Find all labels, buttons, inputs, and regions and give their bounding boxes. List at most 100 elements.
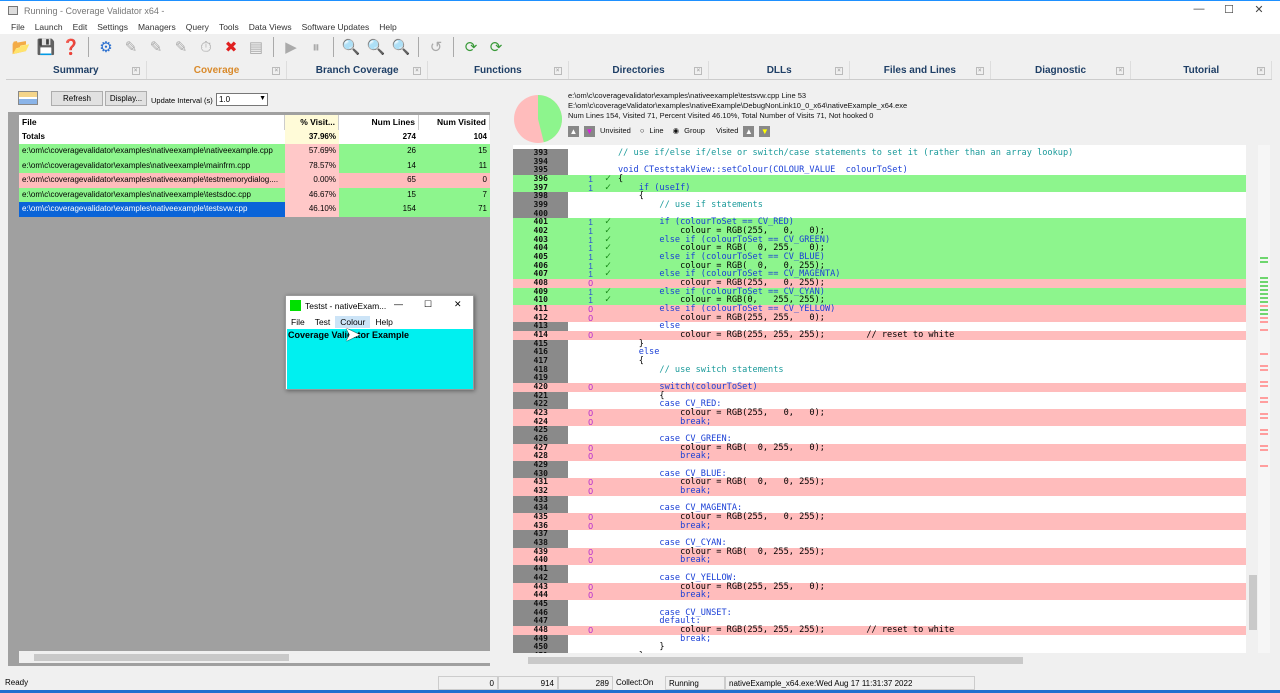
next-unvisited-icon[interactable]: ▼ (584, 125, 595, 137)
menu-settings[interactable]: Settings (92, 20, 133, 34)
stopwatch-icon[interactable]: ⏱ (195, 36, 217, 58)
tab-close-icon[interactable]: × (694, 67, 703, 75)
next-visited-icon[interactable]: ▼ (759, 125, 771, 137)
table-row[interactable]: e:\om\c\coveragevalidator\examples\nativ… (19, 187, 490, 203)
stop-icon[interactable]: ✖ (220, 36, 242, 58)
refresh-button[interactable]: Refresh (51, 91, 103, 106)
menu-software-updates[interactable]: Software Updates (297, 20, 375, 34)
tab-diagnostic[interactable]: Diagnostic × (991, 61, 1132, 79)
maximize-button[interactable]: ☐ (1214, 3, 1244, 19)
play-icon[interactable]: ▶ (280, 36, 302, 58)
vertical-scrollbar[interactable] (1248, 145, 1258, 653)
zoom-icon[interactable]: 🔍 (365, 36, 387, 58)
tab-close-icon[interactable]: × (1257, 67, 1266, 75)
scrollbar-thumb[interactable] (34, 654, 289, 661)
tab-close-icon[interactable]: × (131, 67, 140, 75)
tab-close-icon[interactable]: × (553, 67, 562, 75)
file-cell[interactable]: e:\om\c\coveragevalidator\examples\nativ… (19, 173, 285, 188)
close-button[interactable]: ✕ (1244, 3, 1274, 19)
prev-visited-icon[interactable]: ▲ (743, 125, 755, 137)
popup-minimize-button[interactable]: — (394, 299, 403, 309)
popup-maximize-button[interactable]: ☐ (424, 299, 432, 310)
popup-menu-help[interactable]: Help (370, 316, 397, 328)
launch-icon[interactable]: ✎ (120, 36, 142, 58)
menu-file[interactable]: File (6, 20, 30, 34)
minimize-button[interactable]: — (1184, 3, 1214, 19)
undo-icon[interactable]: ↺ (425, 36, 447, 58)
tab-files-and-lines[interactable]: Files and Lines × (850, 61, 991, 79)
printer-icon[interactable]: ▤ (245, 36, 267, 58)
code-horizontal-scrollbar[interactable] (513, 655, 1246, 666)
column-header[interactable]: Num Lines (339, 115, 419, 130)
settings-gear-icon[interactable]: ⚙ (95, 36, 117, 58)
file-cell[interactable]: e:\om\c\coveragevalidator\examples\nativ… (19, 188, 285, 203)
menu-help[interactable]: Help (374, 20, 401, 34)
column-header[interactable]: % Visit... (285, 115, 339, 130)
code-line[interactable]: 418 // use switch statements (513, 365, 1246, 375)
tab-directories[interactable]: Directories × (569, 61, 710, 79)
code-line[interactable]: 444 0 break; (513, 590, 1246, 600)
prev-unvisited-icon[interactable]: ▲ (568, 125, 579, 137)
scrollbar-thumb[interactable] (1249, 575, 1257, 630)
popup-menu-test[interactable]: Test (310, 316, 336, 328)
tab-branch-coverage[interactable]: Branch Coverage × (287, 61, 429, 79)
code-line[interactable]: 424 0 break; (513, 417, 1246, 427)
tab-dlls[interactable]: DLLs × (709, 61, 851, 79)
file-cell[interactable]: e:\om\c\coveragevalidator\examples\nativ… (19, 202, 285, 217)
popup-menu-file[interactable]: File (286, 316, 310, 328)
file-cell[interactable]: e:\om\c\coveragevalidator\examples\nativ… (19, 159, 285, 174)
refresh-icon[interactable]: ⟳ (460, 36, 482, 58)
display-button[interactable]: Display... (105, 91, 147, 106)
scrollbar-thumb[interactable] (528, 657, 1023, 664)
save-icon[interactable]: 💾 (35, 36, 57, 58)
exe-path-line: E:\om\c\coverageValidator\examples\nativ… (568, 101, 908, 111)
wait-icon[interactable]: ✎ (170, 36, 192, 58)
code-line[interactable]: 440 0 break; (513, 556, 1246, 566)
refresh-all-icon[interactable]: ⟳ (485, 36, 507, 58)
menu-edit[interactable]: Edit (68, 20, 93, 34)
code-line[interactable]: 432 0 break; (513, 486, 1246, 496)
table-row[interactable]: e:\om\c\coveragevalidator\examples\nativ… (19, 173, 490, 188)
tab-summary[interactable]: Summary × (6, 61, 147, 79)
inject-icon[interactable]: ✎ (145, 36, 167, 58)
column-header[interactable]: File (19, 115, 285, 130)
zoom-reset-icon[interactable]: 🔍 (390, 36, 412, 58)
zoom-hex-icon[interactable]: 🔍 (340, 36, 362, 58)
tab-close-icon[interactable]: × (272, 67, 281, 75)
menu-managers[interactable]: Managers (133, 20, 181, 34)
menu-tools[interactable]: Tools (214, 20, 244, 34)
coverage-overview-strip[interactable] (1258, 145, 1270, 653)
code-line[interactable]: 428 0 break; (513, 452, 1246, 462)
group-radio[interactable]: ◉ (673, 126, 680, 136)
table-row[interactable]: e:\om\c\coveragevalidator\examples\nativ… (19, 158, 490, 174)
tab-close-icon[interactable]: × (835, 67, 844, 75)
file-list-icon[interactable] (18, 91, 38, 105)
tab-close-icon[interactable]: × (1116, 67, 1125, 75)
code-line[interactable]: 399 // use if statements (513, 200, 1246, 210)
pause-icon[interactable]: ⏸ (305, 36, 327, 58)
tab-coverage[interactable]: Coverage × (147, 61, 288, 79)
open-icon[interactable]: 📂 (10, 36, 32, 58)
table-row[interactable]: e:\om\c\coveragevalidator\examples\nativ… (19, 202, 490, 217)
table-row[interactable]: e:\om\c\coveragevalidator\examples\nativ… (19, 144, 490, 159)
code-line[interactable]: 436 0 break; (513, 521, 1246, 531)
update-interval-label: Update Interval (s) (151, 96, 213, 105)
menu-query[interactable]: Query (181, 20, 214, 34)
menu-launch[interactable]: Launch (30, 20, 68, 34)
tab-tutorial[interactable]: Tutorial × (1131, 61, 1273, 79)
help-icon[interactable]: ❓ (60, 36, 82, 58)
code-line[interactable]: 393// use if/else if/else or switch/case… (513, 148, 1246, 158)
tab-close-icon[interactable]: × (413, 67, 422, 75)
update-interval-select[interactable]: 1.0 ▼ (216, 93, 268, 106)
code-line[interactable]: 451 } (513, 651, 1246, 653)
line-radio[interactable]: ○ (640, 126, 645, 136)
tab-functions[interactable]: Functions × (428, 61, 569, 79)
popup-close-button[interactable]: ✕ (454, 299, 462, 310)
horizontal-scrollbar[interactable] (19, 651, 490, 663)
splitter[interactable] (490, 84, 510, 666)
column-header[interactable]: Num Visited (419, 115, 490, 130)
visited-cell: 0 (482, 175, 487, 184)
menu-data-views[interactable]: Data Views (244, 20, 297, 34)
tab-close-icon[interactable]: × (975, 67, 984, 75)
file-cell[interactable]: e:\om\c\coveragevalidator\examples\nativ… (19, 144, 285, 159)
